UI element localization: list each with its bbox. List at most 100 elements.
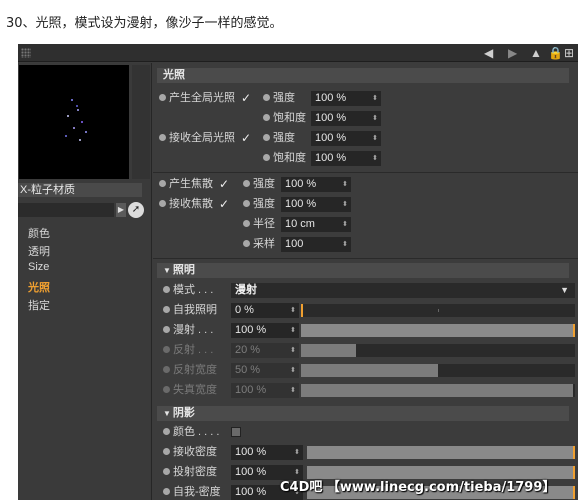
distortion-width-slider[interactable] (301, 384, 575, 397)
caustics-radius-row: 半径 10 cm ⬍ (159, 216, 369, 232)
diffuse-input[interactable]: 100 % ⬍ (231, 323, 299, 338)
collapse-triangle-icon[interactable]: ▼ (163, 409, 171, 418)
gi-generate-checkbox[interactable]: ✓ (241, 90, 251, 106)
self-density-label: 自我-密度 (173, 486, 221, 498)
caustics-samples-label: 采样 (253, 238, 275, 250)
animate-dot-icon[interactable] (243, 219, 250, 227)
attributes-panel: 光照 产生全局光照 ✓ 强度 100 % ⬍ 饱和度 100 % ⬍ 接收全局光照 … (153, 63, 578, 500)
channel-transparency[interactable]: 透明 (28, 243, 50, 259)
animate-dot-icon[interactable] (163, 447, 170, 455)
caustics-samples-input[interactable]: 100 ⬍ (281, 237, 351, 252)
gi-gen-saturation-input[interactable]: 100 % ⬍ (311, 111, 381, 126)
divider (153, 172, 578, 173)
material-field[interactable] (18, 203, 114, 217)
gi-recv-strength-input[interactable]: 100 % ⬍ (311, 131, 381, 146)
animate-dot-icon[interactable] (163, 305, 170, 313)
lighting-param-row: 反射宽度 50 % ⬍ (163, 362, 575, 378)
receive-density-slider[interactable] (307, 446, 575, 459)
shadow-param-row: 接收密度 100 % ⬍ (163, 444, 575, 460)
diffuse-slider[interactable] (301, 324, 575, 337)
animate-dot-icon[interactable] (263, 153, 270, 161)
reflection-width-label: 反射宽度 (173, 364, 217, 376)
shadow-color-checkbox[interactable] (231, 427, 241, 437)
lighting-mode-row: 模式 . . . 漫射 ▼ (163, 282, 575, 298)
animate-dot-icon[interactable] (263, 113, 270, 121)
animate-dot-icon[interactable] (163, 345, 170, 353)
shadow-color-label: 颜色 . . . . (173, 426, 220, 438)
receive-density-input[interactable]: 100 % ⬍ (231, 445, 303, 460)
gi-generate-label: 产生全局光照 (169, 92, 235, 104)
cast-density-label: 投射密度 (173, 466, 217, 478)
preview-scrollbar[interactable] (132, 65, 150, 179)
reflection-label: 反射 . . . (173, 344, 214, 356)
channel-size[interactable]: Size (28, 261, 49, 273)
toolbar: ◀ ▶ ▲ 🔒 ⊞ (18, 44, 578, 62)
reflection-width-input[interactable]: 50 % ⬍ (231, 363, 299, 378)
picker-icon[interactable]: ➚ (128, 202, 144, 218)
caustics-generate-label: 产生焦散 (169, 178, 213, 190)
up-icon[interactable]: ▲ (530, 46, 542, 60)
lighting-mode-dropdown[interactable]: 漫射 ▼ (231, 283, 575, 298)
distortion-width-input[interactable]: 100 % ⬍ (231, 383, 299, 398)
self-illumination-input[interactable]: 0 % ⬍ (231, 303, 299, 318)
lighting-param-row: 自我照明 0 % ⬍ (163, 302, 575, 318)
distortion-width-label: 失真宽度 (173, 384, 217, 396)
gi-receive-checkbox[interactable]: ✓ (241, 130, 251, 146)
caustics-generate-checkbox[interactable]: ✓ (219, 176, 229, 192)
self-illumination-slider[interactable] (301, 304, 575, 317)
arrow-right-icon[interactable]: ▶ (508, 46, 517, 60)
collapse-triangle-icon[interactable]: ▼ (163, 266, 171, 275)
section-gi-title: 光照 (157, 68, 569, 83)
animate-dot-icon[interactable] (163, 285, 170, 293)
gi-gen-strength-input[interactable]: 100 % ⬍ (311, 91, 381, 106)
caustics-radius-label: 半径 (253, 218, 275, 230)
channel-illumination[interactable]: 光照 (28, 279, 50, 295)
caustics-receive-checkbox[interactable]: ✓ (219, 196, 229, 212)
lighting-param-row: 漫射 . . . 100 % ⬍ (163, 322, 575, 338)
grip-icon[interactable] (21, 48, 31, 58)
animate-dot-icon[interactable] (243, 239, 250, 247)
reflection-width-slider[interactable] (301, 364, 575, 377)
section-shadow-title[interactable]: ▼ 阴影 (157, 406, 569, 421)
animate-dot-icon[interactable] (163, 325, 170, 333)
animate-dot-icon[interactable] (263, 93, 270, 101)
channel-assign[interactable]: 指定 (28, 297, 50, 313)
material-editor-window: ◀ ▶ ▲ 🔒 ⊞ X-粒子材质 ▶ ➚ 颜色 透明 Size 光照 指定 光照 (18, 44, 578, 500)
section-lighting-title[interactable]: ▼ 照明 (157, 263, 569, 278)
caustics-radius-input[interactable]: 10 cm ⬍ (281, 217, 351, 232)
animate-dot-icon[interactable] (163, 385, 170, 393)
expand-icon[interactable]: ⊞ (564, 46, 574, 60)
animate-dot-icon[interactable] (159, 179, 166, 187)
animate-dot-icon[interactable] (159, 133, 166, 141)
caustics-recv-strength-input[interactable]: 100 % ⬍ (281, 197, 351, 212)
animate-dot-icon[interactable] (163, 427, 170, 435)
gi-receive-row: 接收全局光照 ✓ 强度 100 % ⬍ (159, 130, 399, 146)
animate-dot-icon[interactable] (263, 133, 270, 141)
gi-recv-strength-label: 强度 (273, 132, 295, 144)
play-arrow-icon[interactable]: ▶ (116, 203, 126, 217)
animate-dot-icon[interactable] (159, 93, 166, 101)
caustics-gen-strength-input[interactable]: 100 % ⬍ (281, 177, 351, 192)
reflection-slider[interactable] (301, 344, 575, 357)
gi-recv-saturation-row: 饱和度 100 % ⬍ (159, 150, 399, 166)
animate-dot-icon[interactable] (163, 487, 170, 495)
gi-recv-saturation-input[interactable]: 100 % ⬍ (311, 151, 381, 166)
lighting-param-row: 失真宽度 100 % ⬍ (163, 382, 575, 398)
animate-dot-icon[interactable] (163, 365, 170, 373)
material-name[interactable]: X-粒子材质 (18, 183, 142, 197)
reflection-input[interactable]: 20 % ⬍ (231, 343, 299, 358)
gi-gen-strength-label: 强度 (273, 92, 295, 104)
caustics-receive-row: 接收焦散 ✓ 强度 100 % ⬍ (159, 196, 369, 212)
self-illumination-label: 自我照明 (173, 304, 217, 316)
animate-dot-icon[interactable] (243, 199, 250, 207)
animate-dot-icon[interactable] (159, 199, 166, 207)
lock-icon[interactable]: 🔒 (548, 46, 563, 60)
animate-dot-icon[interactable] (163, 467, 170, 475)
animate-dot-icon[interactable] (243, 179, 250, 187)
caustics-generate-row: 产生焦散 ✓ 强度 100 % ⬍ (159, 176, 369, 192)
arrow-left-icon[interactable]: ◀ (484, 46, 493, 60)
watermark-text: C4D吧 【www.linecg.com/tieba/1799】 (280, 480, 556, 495)
gi-receive-label: 接收全局光照 (169, 132, 235, 144)
channel-color[interactable]: 颜色 (28, 225, 50, 241)
page-caption: 30、光照，模式设为漫射，像沙子一样的感觉。 (6, 16, 283, 31)
